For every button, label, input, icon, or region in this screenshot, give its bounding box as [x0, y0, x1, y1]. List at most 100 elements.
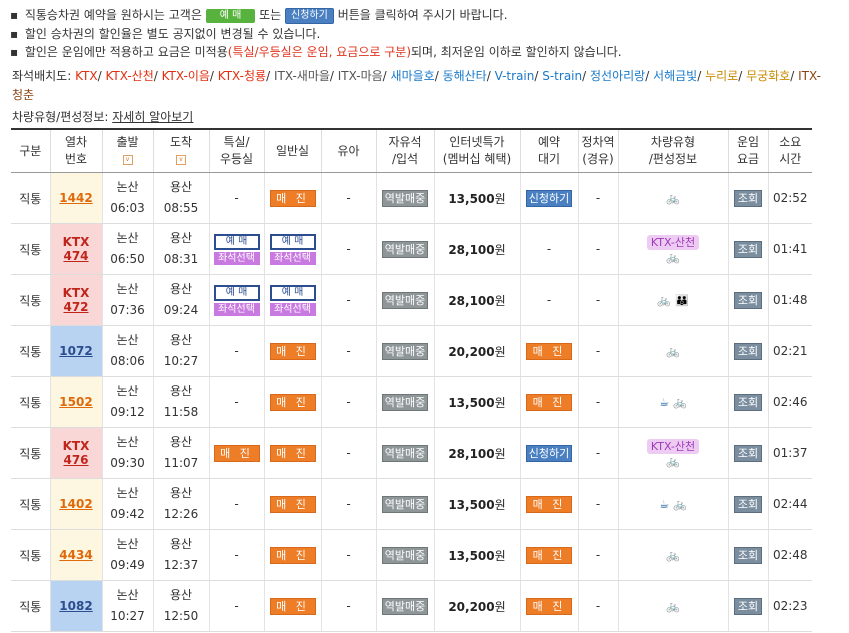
seat-map-link[interactable]: 새마을호 — [391, 69, 435, 83]
waitlist-apply-button[interactable]: 신청하기 — [525, 189, 573, 207]
train-type: KTX — [62, 439, 90, 453]
sold-out-button[interactable]: 매 진 — [269, 597, 316, 615]
vehicle-cell: ☕ 🚲 — [617, 478, 728, 530]
fare-cell: 조회 — [727, 478, 768, 530]
book-button[interactable]: 예 매 — [213, 233, 260, 250]
sold-out-button[interactable]: 매 진 — [269, 393, 316, 411]
fare-inquiry-button[interactable]: 조회 — [733, 393, 763, 411]
train-number-link[interactable]: 474 — [51, 249, 102, 263]
seat-map-link[interactable]: KTX — [75, 69, 98, 83]
kind-cell: 직통 — [11, 580, 50, 632]
sold-out-button[interactable]: 매 진 — [269, 444, 316, 462]
seat-map-link[interactable]: 정선아리랑 — [590, 69, 645, 83]
seat-map-link[interactable]: KTX-청룡 — [218, 69, 266, 83]
station-sale-button[interactable]: 역발매중 — [381, 240, 429, 258]
departure-time: 06:50 — [110, 252, 145, 266]
table-row: 직통 1502 논산 09:12 용산 11:58 - 매 진 - 역발매중 13,… — [11, 376, 812, 428]
seat-map-link[interactable]: 서해금빛 — [653, 69, 697, 83]
arrival-station: 용산 — [169, 537, 193, 551]
train-number-link[interactable]: 472 — [51, 300, 102, 314]
seat-map-link[interactable]: ITX-새마을 — [274, 69, 330, 83]
train-number-link[interactable]: 1402 — [59, 497, 92, 511]
standard-cell: 예 매 좌석선택 — [263, 223, 321, 275]
book-button[interactable]: 예 매 — [269, 233, 316, 250]
station-sale-button[interactable]: 역발매중 — [381, 189, 429, 207]
kind-cell: 직통 — [11, 376, 50, 428]
fare-inquiry-button[interactable]: 조회 — [733, 495, 763, 513]
fare-inquiry-button[interactable]: 조회 — [733, 546, 763, 564]
station-sale-button[interactable]: 역발매중 — [381, 444, 429, 462]
sold-out-button[interactable]: 매 진 — [526, 597, 572, 615]
station-sale-button[interactable]: 역발매중 — [381, 495, 429, 513]
duration-value: 02:46 — [772, 395, 808, 409]
train-number-link[interactable]: 476 — [51, 453, 102, 467]
departure-station: 논산 — [116, 180, 139, 194]
col-departure[interactable]: 출발 v — [101, 128, 153, 173]
vehicle-cell: ☕ 🚲 — [617, 376, 728, 428]
train-number-link[interactable]: 1072 — [59, 344, 92, 358]
fare-inquiry-button[interactable]: 조회 — [733, 291, 763, 309]
seat-map-link[interactable]: 무궁화호 — [746, 69, 790, 83]
fare-cell: 조회 — [727, 223, 768, 275]
sold-out-button[interactable]: 매 진 — [213, 444, 260, 462]
train-number-link[interactable]: 4434 — [59, 548, 92, 562]
sort-icon[interactable]: v — [176, 154, 186, 165]
fare-inquiry-button[interactable]: 조회 — [733, 597, 763, 615]
standard-cell: 매 진 — [263, 529, 321, 581]
book-button[interactable]: 예 매 — [213, 284, 260, 301]
train-number-link[interactable]: 1442 — [59, 191, 92, 205]
seat-map-link[interactable]: 누리로 — [705, 69, 738, 83]
sold-out-button[interactable]: 매 진 — [269, 546, 316, 564]
duration-value: 01:37 — [772, 446, 808, 460]
standard-cell: 매 진 — [263, 325, 321, 377]
sold-out-button[interactable]: 매 진 — [526, 546, 572, 564]
sold-out-button[interactable]: 매 진 — [526, 342, 572, 360]
kind-cell: 직통 — [11, 427, 50, 479]
duration-cell: 02:46 — [767, 376, 812, 428]
fare-inquiry-button[interactable]: 조회 — [733, 189, 763, 207]
sold-out-button[interactable]: 매 진 — [269, 342, 316, 360]
col-vehicle: 차량유형/편성정보 — [617, 128, 728, 173]
bicycle-icon: 🚲 — [673, 498, 687, 511]
seat-select-button[interactable]: 좌석선택 — [269, 302, 316, 316]
seat-map-link[interactable]: ITX-마음 — [338, 69, 383, 83]
fare-inquiry-button[interactable]: 조회 — [733, 342, 763, 360]
fare-inquiry-button[interactable]: 조회 — [733, 240, 763, 258]
station-sale-button[interactable]: 역발매중 — [381, 546, 429, 564]
seat-map-link[interactable]: KTX-이음 — [162, 69, 210, 83]
seat-select-button[interactable]: 좌석선택 — [269, 251, 316, 265]
fare-inquiry-button[interactable]: 조회 — [733, 444, 763, 462]
duration-cell: 02:48 — [767, 529, 812, 581]
station-sale-button[interactable]: 역발매중 — [381, 597, 429, 615]
waitlist-apply-button[interactable]: 신청하기 — [525, 444, 573, 462]
sold-out-button[interactable]: 매 진 — [526, 393, 572, 411]
seat-map-link[interactable]: KTX-산천 — [105, 69, 153, 83]
arrival-cell: 용산 12:50 — [152, 580, 209, 632]
sold-out-button[interactable]: 매 진 — [269, 189, 316, 207]
seat-map-link[interactable]: V-train — [495, 69, 535, 83]
seat-select-button[interactable]: 좌석선택 — [213, 251, 260, 265]
sold-out-button[interactable]: 매 진 — [269, 495, 316, 513]
vehicle-cell: 🚲 — [617, 325, 728, 377]
station-sale-button[interactable]: 역발매중 — [381, 393, 429, 411]
train-number-link[interactable]: 1082 — [59, 599, 92, 613]
vehicle-type-badge[interactable]: KTX-산천 — [646, 438, 700, 454]
vehicle-type-badge[interactable]: KTX-산천 — [646, 234, 700, 250]
seat-select-button[interactable]: 좌석선택 — [213, 302, 260, 316]
train-number-link[interactable]: 1502 — [59, 395, 92, 409]
col-arrival[interactable]: 도착 v — [152, 128, 209, 173]
book-button[interactable]: 예 매 — [269, 284, 316, 301]
infant-cell: - — [320, 376, 376, 428]
price-value: 13,500원 — [448, 548, 506, 563]
station-sale-button[interactable]: 역발매중 — [381, 342, 429, 360]
seat-map-link[interactable]: 동해산타 — [443, 69, 487, 83]
standard-cell: 매 진 — [263, 427, 321, 479]
stops-cell: - — [577, 376, 618, 428]
seat-map-link[interactable]: S-train — [542, 69, 582, 83]
station-sale-button[interactable]: 역발매중 — [381, 291, 429, 309]
car-info-link[interactable]: 자세히 알아보기 — [112, 110, 193, 124]
sold-out-button[interactable]: 매 진 — [526, 495, 572, 513]
arrival-station: 용산 — [169, 231, 193, 245]
sort-icon[interactable]: v — [122, 154, 133, 165]
price-cell: 20,200원 — [433, 580, 520, 632]
